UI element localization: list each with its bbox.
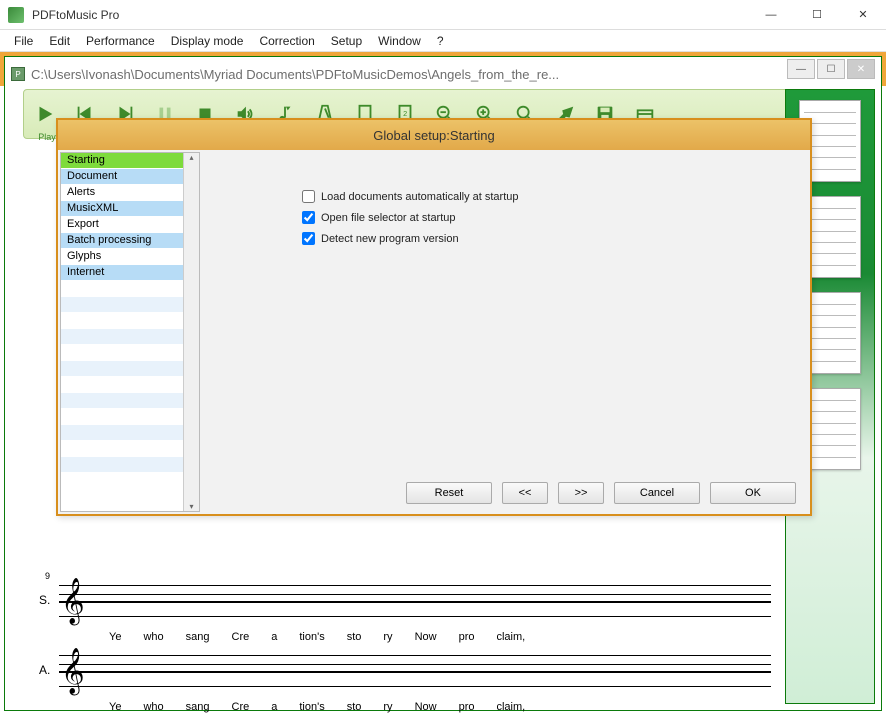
doc-maximize-button[interactable]: ☐ xyxy=(817,59,845,79)
menu-display-mode[interactable]: Display mode xyxy=(163,32,252,50)
prev-page-button[interactable]: << xyxy=(502,482,548,504)
options-panel: Load documents automatically at startup … xyxy=(202,150,810,514)
treble-clef-icon: 𝄞 xyxy=(61,577,85,625)
list-item xyxy=(61,313,183,329)
svg-text:2: 2 xyxy=(403,109,407,118)
scroll-up-icon[interactable]: ▴ xyxy=(189,153,193,162)
option-detect-version[interactable]: Detect new program version xyxy=(302,232,790,245)
menu-file[interactable]: File xyxy=(6,32,41,50)
doc-close-button[interactable]: ✕ xyxy=(847,59,875,79)
checkbox-load-auto[interactable] xyxy=(302,190,315,203)
scroll-down-icon[interactable]: ▾ xyxy=(189,502,193,511)
list-item xyxy=(61,345,183,361)
option-label: Open file selector at startup xyxy=(321,212,456,224)
category-item-musicxml[interactable]: MusicXML xyxy=(61,201,183,217)
staff-soprano: 9 S. 𝄞 YewhosangCreation'sstoryNowprocla… xyxy=(29,577,771,629)
category-item-batch[interactable]: Batch processing xyxy=(61,233,183,249)
app-title: PDFtoMusic Pro xyxy=(32,8,748,22)
option-open-selector[interactable]: Open file selector at startup xyxy=(302,211,790,224)
global-setup-dialog: Global setup:Starting Starting Document … xyxy=(56,118,812,516)
menu-edit[interactable]: Edit xyxy=(41,32,78,50)
reset-button[interactable]: Reset xyxy=(406,482,492,504)
next-page-button[interactable]: >> xyxy=(558,482,604,504)
ok-button[interactable]: OK xyxy=(710,482,796,504)
app-icon xyxy=(8,7,24,23)
voice-label: A. xyxy=(39,663,50,677)
menu-setup[interactable]: Setup xyxy=(323,32,370,50)
list-item xyxy=(61,441,183,457)
lyrics-row: YewhosangCreation'sstoryNowproclaim, xyxy=(109,631,771,643)
menu-help[interactable]: ? xyxy=(429,32,452,50)
list-item xyxy=(61,393,183,409)
document-path: C:\Users\Ivonash\Documents\Myriad Docume… xyxy=(31,67,559,82)
cancel-button[interactable]: Cancel xyxy=(614,482,700,504)
list-item xyxy=(61,425,183,441)
treble-clef-icon: 𝄞 xyxy=(61,647,85,695)
checkbox-open-selector[interactable] xyxy=(302,211,315,224)
list-item xyxy=(61,457,183,473)
minimize-button[interactable]: — xyxy=(748,0,794,30)
lyrics-row: YewhosangCreation'sstoryNowproclaim, xyxy=(109,701,771,713)
dialog-title: Global setup:Starting xyxy=(58,120,810,150)
option-label: Detect new program version xyxy=(321,233,459,245)
document-icon: P xyxy=(11,67,25,81)
doc-minimize-button[interactable]: — xyxy=(787,59,815,79)
list-item xyxy=(61,361,183,377)
document-title: P C:\Users\Ivonash\Documents\Myriad Docu… xyxy=(11,61,761,87)
checkbox-detect-version[interactable] xyxy=(302,232,315,245)
list-item xyxy=(61,297,183,313)
voice-label: S. xyxy=(39,593,50,607)
menubar: File Edit Performance Display mode Corre… xyxy=(0,30,886,52)
window-titlebar: PDFtoMusic Pro — ☐ ✕ xyxy=(0,0,886,30)
category-item-starting[interactable]: Starting xyxy=(61,153,183,169)
list-item xyxy=(61,473,183,489)
scrollbar[interactable]: ▴▾ xyxy=(183,153,199,511)
menu-correction[interactable]: Correction xyxy=(251,32,322,50)
menu-performance[interactable]: Performance xyxy=(78,32,163,50)
close-button[interactable]: ✕ xyxy=(840,0,886,30)
score-view: 9 S. 𝄞 YewhosangCreation'sstoryNowprocla… xyxy=(29,577,771,700)
list-item xyxy=(61,281,183,297)
maximize-button[interactable]: ☐ xyxy=(794,0,840,30)
category-item-export[interactable]: Export xyxy=(61,217,183,233)
category-item-alerts[interactable]: Alerts xyxy=(61,185,183,201)
category-item-internet[interactable]: Internet xyxy=(61,265,183,281)
category-item-document[interactable]: Document xyxy=(61,169,183,185)
measure-number: 9 xyxy=(45,571,50,581)
staff-alto: A. 𝄞 YewhosangCreation'sstoryNowproclaim… xyxy=(29,647,771,699)
menu-window[interactable]: Window xyxy=(370,32,429,50)
list-item xyxy=(61,409,183,425)
option-load-auto[interactable]: Load documents automatically at startup xyxy=(302,190,790,203)
list-item xyxy=(61,329,183,345)
category-item-glyphs[interactable]: Glyphs xyxy=(61,249,183,265)
option-label: Load documents automatically at startup xyxy=(321,191,519,203)
category-list: Starting Document Alerts MusicXML Export… xyxy=(60,152,200,512)
list-item xyxy=(61,377,183,393)
